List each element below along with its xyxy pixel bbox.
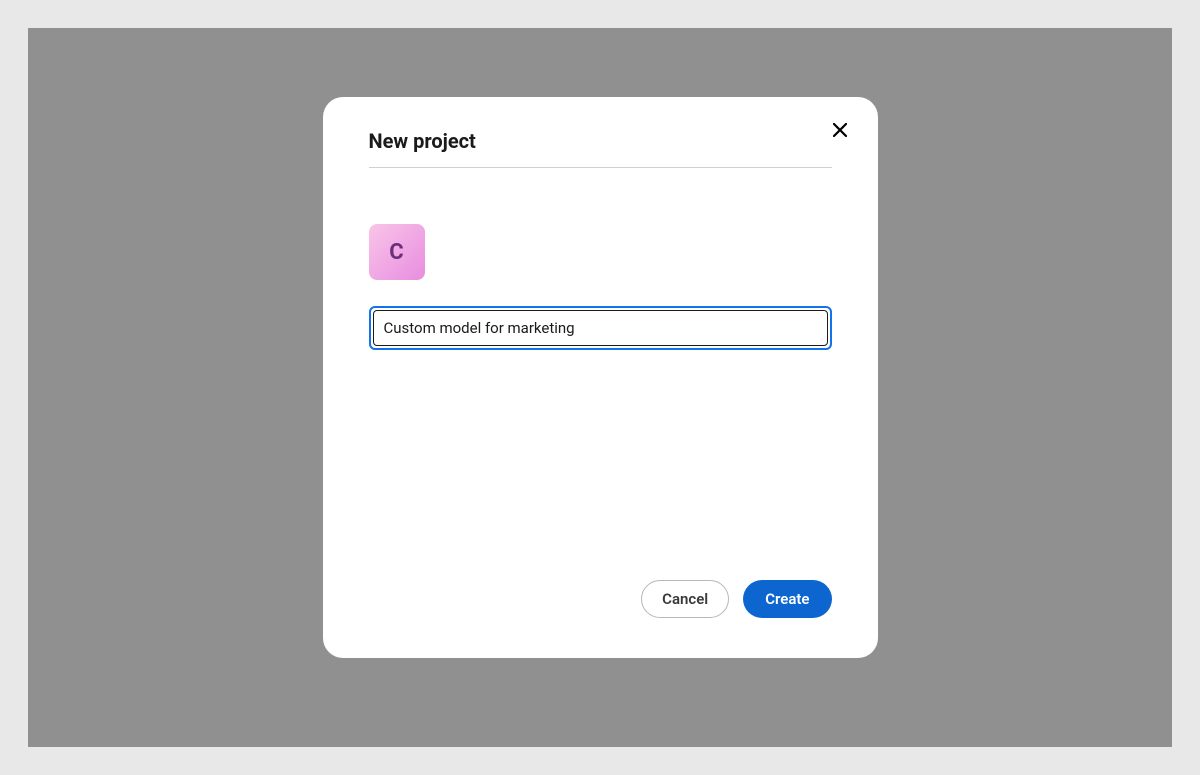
close-button[interactable] <box>828 119 852 143</box>
dialog-actions: Cancel Create <box>369 580 832 618</box>
dialog-title: New project <box>369 129 832 168</box>
thumbnail-letter: C <box>389 240 403 265</box>
project-thumbnail: C <box>369 224 425 280</box>
new-project-dialog: New project C Cancel Create <box>323 97 878 658</box>
modal-backdrop: New project C Cancel Create <box>28 28 1172 747</box>
project-name-input[interactable] <box>373 310 828 346</box>
cancel-button[interactable]: Cancel <box>641 580 729 618</box>
close-icon <box>833 121 847 141</box>
project-name-field-wrapper <box>369 306 832 350</box>
create-button[interactable]: Create <box>743 580 831 618</box>
